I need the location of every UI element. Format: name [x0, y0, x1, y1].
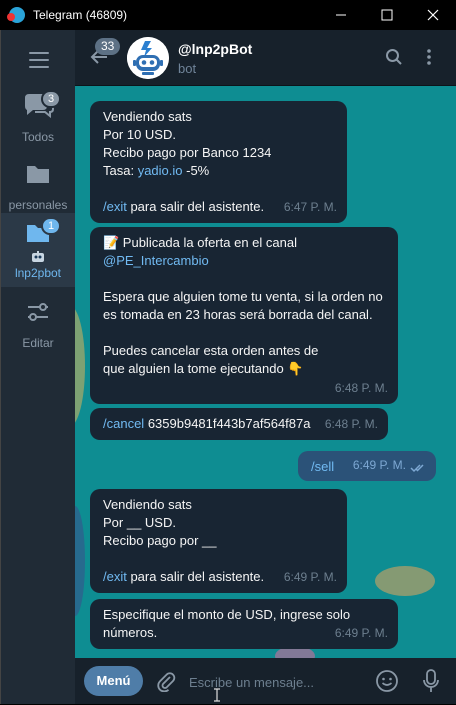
message-time: 6:49 P. M.: [352, 458, 406, 472]
more-vertical-icon: [427, 49, 431, 65]
message-text: Espera que alguien tome tu venta, si la …: [103, 289, 383, 322]
chat-status: bot: [178, 61, 197, 76]
folder-personales[interactable]: personales: [1, 160, 75, 212]
minimize-icon: [336, 14, 346, 16]
folder-editar[interactable]: Editar: [1, 298, 75, 350]
message-text: Vendiendo sats: [103, 109, 192, 124]
message-text: Puedes cancelar esta orden antes de que …: [103, 343, 319, 376]
folder-lnp2pbot[interactable]: 1 lnp2pbot: [1, 213, 75, 287]
message-time: 6:49 P. M.: [283, 570, 337, 584]
folder-icon: 1: [21, 217, 61, 253]
folder-lnp2pbot-label: lnp2pbot: [14, 266, 62, 280]
folder-todos[interactable]: 3 Todos: [1, 90, 75, 148]
folder-icon: [21, 160, 55, 194]
message-text: 📝 Publicada la oferta en el canal: [103, 235, 297, 250]
wallpaper-shape: [75, 506, 85, 616]
emoji-button[interactable]: [375, 669, 399, 696]
yadio-link[interactable]: yadio.io: [138, 163, 183, 178]
minimize-button[interactable]: [318, 0, 364, 30]
folder-personales-label: personales: [8, 198, 68, 212]
search-icon: [386, 49, 402, 65]
message-time: 6:48 P. M.: [324, 417, 378, 431]
message-text: Recibo pago por __: [103, 533, 217, 548]
cancel-command-link[interactable]: /cancel: [103, 416, 144, 431]
maximize-icon: [381, 9, 393, 21]
exit-command-link[interactable]: /exit: [103, 569, 127, 584]
message-bubble: Especifique el monto de USD, ingrese sol…: [90, 599, 398, 649]
folder-editar-label: Editar: [22, 336, 54, 350]
chat-messages-area[interactable]: Vendiendo sats Por 10 USD. Recibo pago p…: [75, 86, 456, 658]
double-check-icon: [410, 464, 424, 473]
message-bubble: /cancel 6359b9481f443b7af564f87a 6:48 P.…: [90, 408, 388, 440]
chat-header: 33 @lnp2pBot bot: [75, 30, 456, 86]
close-button[interactable]: [410, 0, 456, 30]
text-cursor-icon: [213, 688, 221, 705]
message-bubble: Vendiendo sats Por __ USD. Recibo pago p…: [90, 489, 347, 593]
memo-emoji-icon: 📝: [103, 235, 120, 250]
folder-lnp2pbot-badge: 1: [41, 217, 61, 235]
close-icon: [427, 9, 439, 21]
voice-message-button[interactable]: [421, 668, 441, 697]
chats-icon: 3: [21, 90, 61, 126]
folder-todos-badge: 3: [41, 90, 61, 108]
chat-name[interactable]: @lnp2pBot: [178, 41, 252, 57]
robot-avatar-icon: [127, 37, 169, 79]
bot-menu-button[interactable]: Menú: [84, 666, 143, 696]
main-menu-icon[interactable]: [29, 52, 49, 73]
wallpaper-shape: [375, 566, 435, 596]
wallpaper-shape: [75, 306, 85, 426]
outgoing-message-bubble: /sell 6:49 P. M.: [298, 451, 436, 481]
message-bubble: 📝 Publicada la oferta en el canal @PE_In…: [90, 227, 398, 404]
window-title: Telegram (46809): [33, 8, 128, 22]
exit-command-link[interactable]: /exit: [103, 199, 127, 214]
message-time: 6:48 P. M.: [334, 381, 388, 395]
microphone-icon: [423, 669, 439, 692]
message-text: Por __ USD.: [103, 515, 176, 530]
telegram-app-icon: [7, 7, 25, 23]
smiley-icon: [376, 670, 398, 692]
message-bubble: Vendiendo sats Por 10 USD. Recibo pago p…: [90, 101, 347, 223]
folder-sidebar: 3 Todos personales 1 lnp2pbot Editar: [0, 30, 75, 704]
message-text: Por 10 USD.: [103, 127, 176, 142]
sell-command-link[interactable]: /sell: [311, 459, 334, 474]
unread-count-badge: 33: [95, 38, 121, 55]
message-text: Vendiendo sats: [103, 497, 192, 512]
attach-button[interactable]: [155, 670, 177, 695]
message-text: Recibo pago por Banco 1234: [103, 145, 272, 160]
message-text: Especifique el monto de USD, ingrese sol…: [103, 607, 351, 640]
search-button[interactable]: [385, 48, 403, 69]
more-options-button[interactable]: [425, 48, 433, 69]
message-time: 6:49 P. M.: [334, 626, 388, 640]
message-input-bar: Menú: [75, 658, 456, 704]
maximize-button[interactable]: [364, 0, 410, 30]
folder-todos-label: Todos: [21, 130, 55, 144]
message-time: 6:47 P. M.: [283, 200, 337, 214]
sliders-icon: [21, 298, 55, 332]
paperclip-icon: [157, 672, 176, 693]
message-text: Tasa: yadio.io -5%: [103, 163, 210, 178]
window-titlebar: Telegram (46809): [0, 0, 456, 30]
message-text: @PE_Intercambio: [103, 252, 386, 270]
bot-avatar[interactable]: [127, 37, 169, 79]
robot-emoji-icon: [1, 251, 75, 266]
channel-link[interactable]: @PE_Intercambio: [103, 253, 209, 268]
